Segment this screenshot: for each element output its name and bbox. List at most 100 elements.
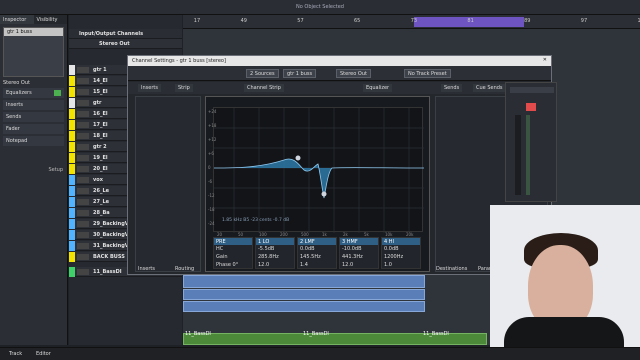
header-item: Input/Output Channels [79, 31, 144, 37]
equalizer-active-led [54, 90, 61, 96]
track-buttons[interactable] [77, 221, 89, 227]
track-buttons[interactable] [77, 199, 89, 205]
track-buttons[interactable] [77, 133, 89, 139]
tab-cue-sends[interactable]: Cue Sends [473, 84, 506, 92]
track-color [69, 142, 75, 152]
audio-clip[interactable] [183, 275, 425, 288]
track-color [69, 175, 75, 185]
dialog-title-bar: Channel Settings - gtr 1 buss [stereo] ✕ [128, 56, 551, 66]
tab-strip[interactable]: Strip [175, 84, 193, 92]
eq-band-1[interactable]: 1 LO -5.5dB 285.8Hz 12.0 [255, 237, 295, 269]
track-buttons[interactable] [77, 122, 89, 128]
audio-clip[interactable] [183, 289, 425, 300]
output-routing[interactable]: Stereo Out [336, 69, 371, 78]
track-buttons[interactable] [77, 100, 89, 106]
eq-y-tick: -6 [208, 179, 212, 184]
track-color [69, 230, 75, 240]
inspector-panel: Inspector Visibility gtr 1 buss Stereo O… [0, 15, 68, 345]
track-color [69, 131, 75, 141]
tab-sends[interactable]: Sends [441, 84, 463, 92]
ruler[interactable]: 1749576573818997105 [183, 15, 640, 29]
track-buttons[interactable] [77, 166, 89, 172]
track-label: gtr 1 [93, 67, 107, 73]
window-title: No Object Selected [296, 4, 344, 10]
level-meter [526, 115, 530, 195]
clip-label: 11_BassDI [303, 331, 329, 337]
track-preset[interactable]: No Track Preset [404, 69, 451, 78]
tab-editor[interactable]: Editor [36, 351, 51, 357]
track-buttons[interactable] [77, 210, 89, 216]
track-color [69, 65, 75, 75]
dialog-toolbar: 2 Sources gtr 1 buss Stereo Out No Track… [128, 66, 551, 81]
track-label: 11_BassDI [93, 269, 122, 275]
track-name: gtr 1 buss [4, 28, 63, 36]
track-label: vox [93, 177, 103, 183]
track-buttons[interactable] [77, 232, 89, 238]
track-label: gtr [93, 100, 102, 106]
track-buttons[interactable] [77, 67, 89, 73]
channel-name-field[interactable]: gtr 1 buss [283, 69, 317, 78]
dialog-sections: Inserts Strip Channel Strip Equalizer Se… [128, 82, 553, 94]
track-buttons[interactable] [77, 144, 89, 150]
input-routing[interactable]: 2 Sources [246, 69, 279, 78]
audio-clip[interactable] [183, 301, 425, 312]
track-label: 14_El [93, 78, 108, 84]
equalizer-panel: 1.85 kHz B5 -23 cents -0.7 dB 20 50 100 200… [205, 96, 430, 272]
eq-y-tick: +12 [208, 137, 217, 142]
mixer-channel[interactable] [505, 82, 557, 202]
track-color [69, 252, 75, 262]
track-color [69, 120, 75, 130]
section-sends[interactable]: Sends [3, 112, 64, 122]
track-buttons[interactable] [77, 243, 89, 249]
track-color [69, 186, 75, 196]
visibility-tab[interactable]: Visibility [34, 15, 68, 24]
tab-inserts[interactable]: Inserts [138, 84, 161, 92]
mixer-knob-row [510, 87, 554, 93]
track-buttons[interactable] [77, 89, 89, 95]
section-fader[interactable]: Fader [3, 124, 64, 134]
route-label: Stereo Out [3, 80, 30, 86]
clip-label: 11_BassDI [423, 331, 449, 337]
bottom-label-routing: Routing [175, 266, 195, 272]
close-icon[interactable]: ✕ [543, 57, 547, 63]
eq-y-tick: -12 [208, 193, 215, 198]
eq-y-tick: +18 [208, 123, 217, 128]
section-notepad[interactable]: Notepad [3, 136, 64, 146]
fader-track[interactable] [515, 115, 521, 195]
inspector-tab[interactable]: Inspector [0, 15, 34, 24]
ruler-mark: 17 [193, 18, 201, 24]
track-buttons[interactable] [77, 177, 89, 183]
track-color [69, 164, 75, 174]
track-buttons[interactable] [77, 254, 89, 260]
track-color [69, 241, 75, 251]
track-card[interactable]: gtr 1 buss [3, 27, 64, 77]
section-label: Equalizers [6, 90, 32, 96]
tab-channel-strip[interactable]: Channel Strip [244, 84, 284, 92]
track-label: 28_Ba [93, 210, 110, 216]
phase-button[interactable]: Phase 0° [214, 261, 252, 269]
eq-band-4[interactable]: 4 HI 0.0dB 1200Hz 1.0 [381, 237, 421, 269]
record-button[interactable] [526, 103, 536, 111]
eq-readout: 1.85 kHz B5 -23 cents -0.7 dB [222, 218, 290, 223]
track-buttons[interactable] [77, 78, 89, 84]
track-buttons[interactable] [77, 111, 89, 117]
section-equalizers[interactable]: Equalizers [3, 88, 64, 98]
eq-band-3[interactable]: 3 HMF -10.0dB 441.3Hz 12.0 [339, 237, 379, 269]
ruler-mark: 73 [410, 18, 418, 24]
track-buttons[interactable] [77, 155, 89, 161]
eq-curve-display[interactable]: 1.85 kHz B5 -23 cents -0.7 dB 20 50 100 200… [208, 107, 425, 237]
track-buttons[interactable] [77, 269, 89, 275]
eq-band-2[interactable]: 2 LMF 0.0dB 145.5Hz 1.4 [297, 237, 337, 269]
track-buttons[interactable] [77, 188, 89, 194]
section-inserts[interactable]: Inserts [3, 100, 64, 110]
setup-button[interactable]: Setup [48, 167, 63, 173]
track-color [69, 267, 75, 277]
top-bar: No Object Selected [0, 0, 640, 15]
track-label: BACK BUSS [93, 254, 125, 260]
tab-equalizer[interactable]: Equalizer [363, 84, 393, 92]
track-label: gtr 2 [93, 144, 107, 150]
track-label: 18_El [93, 133, 108, 139]
track-label: 26_Le [93, 188, 110, 194]
tab-track[interactable]: Track [9, 351, 22, 357]
dialog-title: Channel Settings - gtr 1 buss [stereo] [132, 58, 226, 64]
